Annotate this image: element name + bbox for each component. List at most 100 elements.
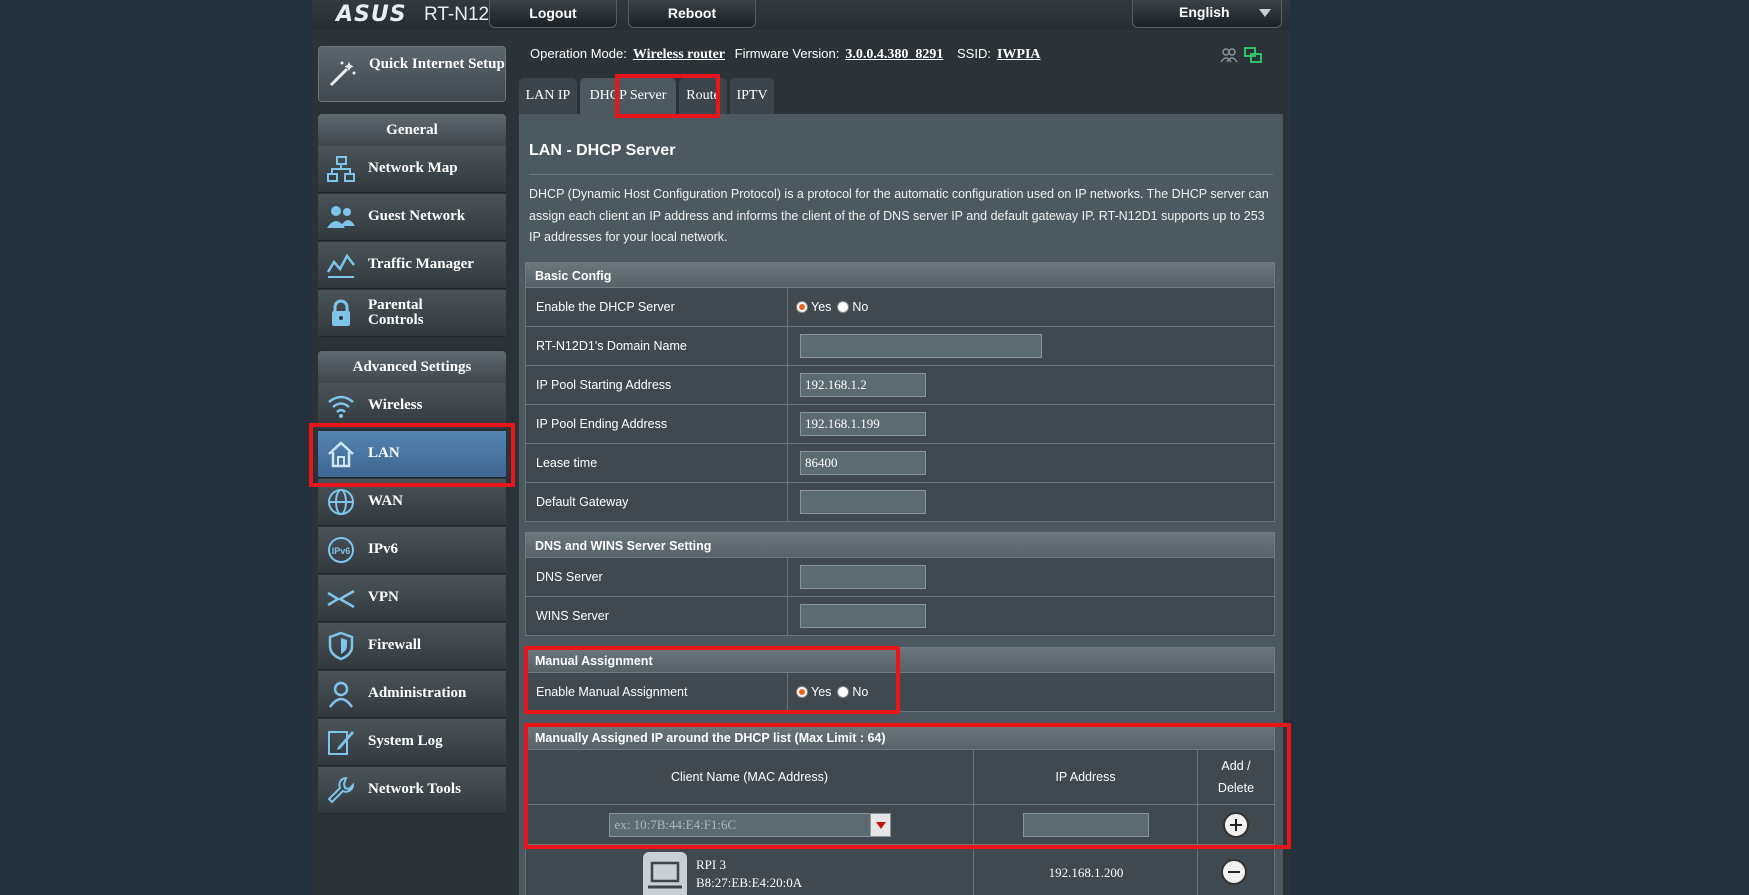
- table-row: RPI 3 B8:27:EB:E4:20:0A 192.168.1.200: [525, 845, 1275, 895]
- tab-lan-ip[interactable]: LAN IP: [519, 78, 577, 114]
- globe-icon: [328, 489, 354, 515]
- clients-icon[interactable]: [1220, 46, 1238, 64]
- default-gateway-input[interactable]: [800, 490, 926, 514]
- minus-icon: [1228, 871, 1240, 873]
- chevron-down-icon: [1259, 9, 1271, 17]
- logout-button[interactable]: Logout: [489, 0, 617, 28]
- delete-cell: [1198, 845, 1274, 895]
- yes-label: Yes: [811, 300, 832, 314]
- basic-config-section: Basic Config Enable the DHCP Server Yes …: [525, 262, 1275, 522]
- sidebar-item-label: Traffic Manager: [368, 256, 474, 272]
- enable-dhcp-label: Enable the DHCP Server: [526, 288, 788, 326]
- ssid-link[interactable]: IWPIA: [997, 47, 1041, 62]
- traffic-chart-icon: [326, 253, 355, 278]
- no-label: No: [852, 300, 869, 314]
- pool-start-input[interactable]: 192.168.1.2: [800, 373, 926, 397]
- dns-server-row: DNS Server: [525, 558, 1275, 597]
- wins-server-row: WINS Server: [525, 597, 1275, 636]
- connection-status-icon[interactable]: [1244, 46, 1262, 64]
- sidebar-item-network-tools[interactable]: Network Tools: [318, 767, 506, 814]
- ssid-label: SSID:: [957, 46, 991, 61]
- domain-name-row: RT-N12D1's Domain Name: [525, 327, 1275, 366]
- op-mode-label: Operation Mode:: [530, 46, 627, 61]
- enable-dhcp-no-radio[interactable]: [837, 301, 850, 313]
- sidebar-item-label: WAN: [368, 493, 404, 509]
- sidebar-item-firewall[interactable]: Firewall: [318, 623, 506, 670]
- sidebar-item-label: System Log: [368, 733, 443, 749]
- general-section-title: General: [318, 114, 506, 146]
- highlight-manual-list: [524, 723, 1291, 849]
- log-edit-icon: [328, 731, 354, 755]
- highlight-manual-assignment: [524, 646, 900, 714]
- sidebar-item-ipv6[interactable]: IPv6 IPv6: [318, 527, 506, 574]
- pool-end-row: IP Pool Ending Address 192.168.1.199: [525, 405, 1275, 444]
- client-name: RPI 3: [696, 857, 726, 872]
- sidebar-item-label: Parental Controls: [368, 297, 424, 328]
- device-icon: [643, 852, 687, 895]
- quick-setup-label: Quick Internet Setup: [369, 56, 505, 72]
- lease-time-label: Lease time: [526, 444, 788, 482]
- pool-end-input[interactable]: 192.168.1.199: [800, 412, 926, 436]
- sidebar-item-label: Wireless: [368, 397, 423, 413]
- default-gateway-row: Default Gateway: [525, 483, 1275, 522]
- dns-server-label: DNS Server: [526, 558, 788, 596]
- dns-wins-section: DNS and WINS Server Setting DNS Server W…: [525, 532, 1275, 636]
- enable-dhcp-yes-radio[interactable]: [796, 301, 808, 313]
- sidebar-item-label: Network Tools: [368, 781, 461, 797]
- enable-dhcp-row: Enable the DHCP Server Yes No: [525, 288, 1275, 327]
- domain-name-label: RT-N12D1's Domain Name: [526, 327, 788, 365]
- pool-start-label: IP Pool Starting Address: [526, 366, 788, 404]
- sidebar-item-label: IPv6: [368, 541, 398, 557]
- title-divider: [529, 174, 1273, 175]
- admin-user-icon: [328, 681, 354, 708]
- guest-users-icon: [327, 206, 355, 228]
- router-admin-window: ASUS RT-N12D1 Logout Reboot English Quic…: [309, 0, 1291, 895]
- sidebar-item-label: Network Map: [368, 160, 458, 176]
- wins-server-input[interactable]: [800, 604, 926, 628]
- wrench-icon: [327, 776, 355, 804]
- sidebar-item-system-log[interactable]: System Log: [318, 719, 506, 766]
- ipv6-icon: IPv6: [328, 537, 354, 563]
- magic-wand-icon: [329, 61, 356, 87]
- lease-time-input[interactable]: 86400: [800, 451, 926, 475]
- sidebar-item-label: VPN: [368, 589, 399, 605]
- network-map-icon: [327, 156, 355, 182]
- asus-logo: ASUS: [336, 2, 407, 27]
- language-select[interactable]: English: [1132, 0, 1282, 28]
- dns-wins-title: DNS and WINS Server Setting: [525, 532, 1275, 558]
- enable-dhcp-options: Yes No: [792, 288, 868, 326]
- domain-name-input[interactable]: [800, 334, 1042, 358]
- wifi-icon: [328, 395, 354, 418]
- pool-end-label: IP Pool Ending Address: [526, 405, 788, 443]
- status-line: Operation Mode: Wireless router Firmware …: [530, 46, 1041, 63]
- sidebar-item-guest-network[interactable]: Guest Network: [318, 194, 506, 241]
- lock-icon: [332, 299, 350, 326]
- page-description: DHCP (Dynamic Host Configuration Protoco…: [529, 187, 1269, 244]
- sidebar-item-parental-controls[interactable]: Parental Controls: [318, 290, 506, 337]
- sidebar-item-label: Guest Network: [368, 208, 466, 224]
- shield-icon: [328, 631, 354, 661]
- sidebar-item-vpn[interactable]: VPN: [318, 575, 506, 622]
- dns-server-input[interactable]: [800, 565, 926, 589]
- quick-internet-setup-button[interactable]: Quick Internet Setup: [318, 46, 506, 102]
- op-mode-link[interactable]: Wireless router: [633, 47, 725, 62]
- pool-start-row: IP Pool Starting Address 192.168.1.2: [525, 366, 1275, 405]
- client-ip: 192.168.1.200: [1048, 865, 1124, 880]
- firmware-label: Firmware Version:: [734, 46, 840, 61]
- highlight-dhcp-tab: [615, 74, 720, 118]
- reboot-button[interactable]: Reboot: [628, 0, 756, 28]
- sidebar-item-network-map[interactable]: Network Map: [318, 146, 506, 193]
- tab-iptv[interactable]: IPTV: [730, 78, 774, 114]
- client-cell: RPI 3 B8:27:EB:E4:20:0A: [526, 845, 974, 895]
- lease-time-row: Lease time 86400: [525, 444, 1275, 483]
- client-mac: B8:27:EB:E4:20:0A: [696, 875, 803, 890]
- default-gateway-label: Default Gateway: [526, 483, 788, 521]
- page-title: LAN - DHCP Server: [529, 142, 676, 159]
- language-value: English: [1179, 4, 1230, 20]
- highlight-lan: [309, 423, 515, 487]
- sidebar-item-traffic-manager[interactable]: Traffic Manager: [318, 242, 506, 289]
- firmware-link[interactable]: 3.0.0.4.380_8291: [845, 47, 943, 62]
- delete-entry-button[interactable]: [1221, 859, 1247, 885]
- advanced-section-title: Advanced Settings: [318, 351, 506, 383]
- sidebar-item-administration[interactable]: Administration: [318, 671, 506, 718]
